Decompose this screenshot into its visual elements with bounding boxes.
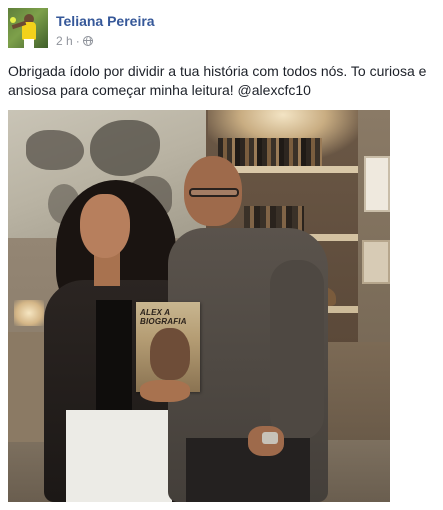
photo-picture-frame [362,240,390,284]
photo-map-land [26,130,84,170]
avatar-tennis-ball [10,17,16,23]
author-name-link[interactable]: Teliana Pereira [56,13,155,29]
photo-man-glasses [189,188,239,197]
post-meta: 2 h · [56,33,93,49]
author-avatar[interactable] [8,8,48,48]
avatar-figure-legs [24,39,34,48]
photo-books [218,138,322,166]
photo-man-arm [270,260,324,440]
post-text: Obrigada ídolo por dividir a tua históri… [8,63,427,98]
post-header: Teliana Pereira 2 h · [8,8,428,50]
photo-man-watch [262,432,278,444]
post-timestamp[interactable]: 2 h [56,34,73,48]
photo-woman-hand [140,380,190,402]
book-cover-title: ALEX A BIOGRAFIA [140,308,187,326]
photo-picture-frame [364,156,390,212]
facebook-post: Teliana Pereira 2 h · Obrigada ídolo por… [0,0,443,510]
photo-woman-pants [66,410,172,502]
photo-lamp [14,300,44,326]
globe-icon[interactable] [82,36,93,46]
book-cover-portrait [150,328,190,380]
meta-separator: · [75,34,80,48]
photo-woman-face [80,194,130,258]
post-photo[interactable]: ALEX A BIOGRAFIA [8,110,390,502]
photo-woman-shirt [96,300,132,420]
photo-book-cover: ALEX A BIOGRAFIA [136,302,200,392]
